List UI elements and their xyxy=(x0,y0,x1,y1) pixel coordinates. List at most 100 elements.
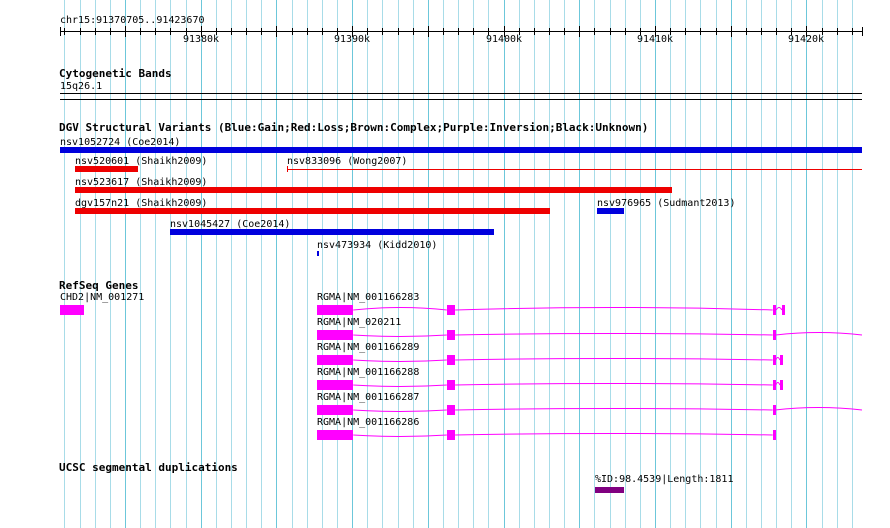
ruler-tick-label: 91390k xyxy=(333,34,371,45)
dgv-track-title[interactable]: DGV Structural Variants (Blue:Gain;Red:L… xyxy=(59,122,648,134)
cytoband-track-title[interactable]: Cytogenetic Bands xyxy=(59,68,172,80)
cytoband-line-bottom xyxy=(60,99,862,100)
ruler-tick xyxy=(322,28,323,35)
grid-line xyxy=(594,0,595,528)
gene-exon[interactable] xyxy=(447,305,455,315)
segdup-feature-label: %ID:98.4539|Length:1811 xyxy=(595,474,734,485)
grid-line xyxy=(322,0,323,528)
ruler-tick xyxy=(382,28,383,35)
grid-line xyxy=(246,0,247,528)
ruler-tick xyxy=(64,28,65,35)
gene-exon[interactable] xyxy=(317,405,353,415)
grid-line xyxy=(367,0,368,528)
ruler-tick xyxy=(231,28,232,35)
grid-line xyxy=(655,0,656,528)
gene-label: RGMA|NM_001166289 xyxy=(317,342,420,353)
dgv-feature-bar[interactable] xyxy=(75,187,672,193)
ruler-tick xyxy=(443,28,444,35)
gene-exon[interactable] xyxy=(773,305,776,315)
grid-line xyxy=(640,0,641,528)
gene-exon[interactable] xyxy=(773,380,776,390)
gene-exon[interactable] xyxy=(447,355,455,365)
ruler-tick xyxy=(95,28,96,35)
gene-intron xyxy=(455,358,773,361)
gene-exon[interactable] xyxy=(447,330,455,340)
grid-line xyxy=(731,0,732,528)
gene-exon[interactable] xyxy=(317,305,353,315)
grid-line xyxy=(458,0,459,528)
dgv-feature-bar[interactable] xyxy=(287,169,862,170)
dgv-feature-label: nsv833096 (Wong2007) xyxy=(287,156,408,167)
grid-line xyxy=(216,0,217,528)
gene-exon[interactable] xyxy=(447,430,455,440)
gene-intron xyxy=(455,433,773,436)
gene-exon[interactable] xyxy=(317,430,353,440)
grid-line xyxy=(443,0,444,528)
ruler-tick xyxy=(610,28,611,35)
ruler-tick-label: 91420k xyxy=(787,34,825,45)
ruler-tick xyxy=(155,28,156,35)
ruler-tick-label: 91380k xyxy=(182,34,220,45)
gene-exon[interactable] xyxy=(447,380,455,390)
gene-label: RGMA|NM_001166287 xyxy=(317,392,420,403)
ruler-tick xyxy=(428,26,429,37)
ruler-tick xyxy=(625,28,626,35)
ruler-tick-label: 91400k xyxy=(485,34,523,45)
gene-exon[interactable] xyxy=(780,355,783,365)
dgv-feature-bar[interactable] xyxy=(75,166,138,172)
ruler-tick xyxy=(398,28,399,35)
ruler-tick xyxy=(564,28,565,35)
grid-line xyxy=(428,0,429,528)
dgv-feature-bar[interactable] xyxy=(75,208,550,214)
cytoband-label: 15q26.1 xyxy=(60,81,103,92)
gene-label: RGMA|NM_001166283 xyxy=(317,292,420,303)
grid-line xyxy=(398,0,399,528)
segdup-feature-bar[interactable] xyxy=(595,487,624,493)
gene-exon[interactable] xyxy=(773,330,776,340)
gene-exon[interactable] xyxy=(317,380,353,390)
grid-line xyxy=(382,0,383,528)
gene-exon[interactable] xyxy=(317,330,353,340)
gene-exon[interactable] xyxy=(780,380,783,390)
cytoband-line-top xyxy=(60,93,862,94)
grid-line xyxy=(549,0,550,528)
grid-line xyxy=(504,0,505,528)
grid-line xyxy=(488,0,489,528)
ruler-tick xyxy=(80,28,81,35)
grid-line xyxy=(564,0,565,528)
gene-exon[interactable] xyxy=(317,355,353,365)
gene-exon[interactable] xyxy=(773,355,776,365)
genome-browser-view: chr15:91370705..91423670 91380k 91390k 914… xyxy=(0,0,890,528)
grid-line xyxy=(261,0,262,528)
grid-line xyxy=(822,0,823,528)
dgv-feature-bar[interactable] xyxy=(317,251,319,256)
refseq-track-title[interactable]: RefSeq Genes xyxy=(59,280,138,292)
dgv-feature-bar[interactable] xyxy=(60,147,862,153)
gene-label: RGMA|NM_001166288 xyxy=(317,367,420,378)
gene-exon[interactable] xyxy=(447,405,455,415)
ruler-tick xyxy=(140,28,141,35)
grid-line xyxy=(337,0,338,528)
ruler-tick xyxy=(716,28,717,35)
segdup-track-title[interactable]: UCSC segmental duplications xyxy=(59,462,238,474)
gene-exon[interactable] xyxy=(773,430,776,440)
ruler-tick xyxy=(700,28,701,35)
ruler-tick xyxy=(852,28,853,35)
ruler-tick xyxy=(473,28,474,35)
ruler-end-cap xyxy=(862,27,863,36)
grid-line xyxy=(700,0,701,528)
gene-exon[interactable] xyxy=(773,405,776,415)
gene-exon[interactable] xyxy=(782,305,785,315)
grid-line xyxy=(473,0,474,528)
grid-line xyxy=(292,0,293,528)
grid-line xyxy=(670,0,671,528)
ruler-tick xyxy=(776,28,777,35)
dgv-feature-bar[interactable] xyxy=(597,208,624,214)
dgv-feature-bar[interactable] xyxy=(170,229,494,235)
grid-line xyxy=(610,0,611,528)
ruler-tick xyxy=(125,26,126,37)
ruler-tick xyxy=(746,28,747,35)
gene-exon[interactable] xyxy=(60,305,84,315)
grid-line xyxy=(519,0,520,528)
ruler-tick xyxy=(731,26,732,37)
